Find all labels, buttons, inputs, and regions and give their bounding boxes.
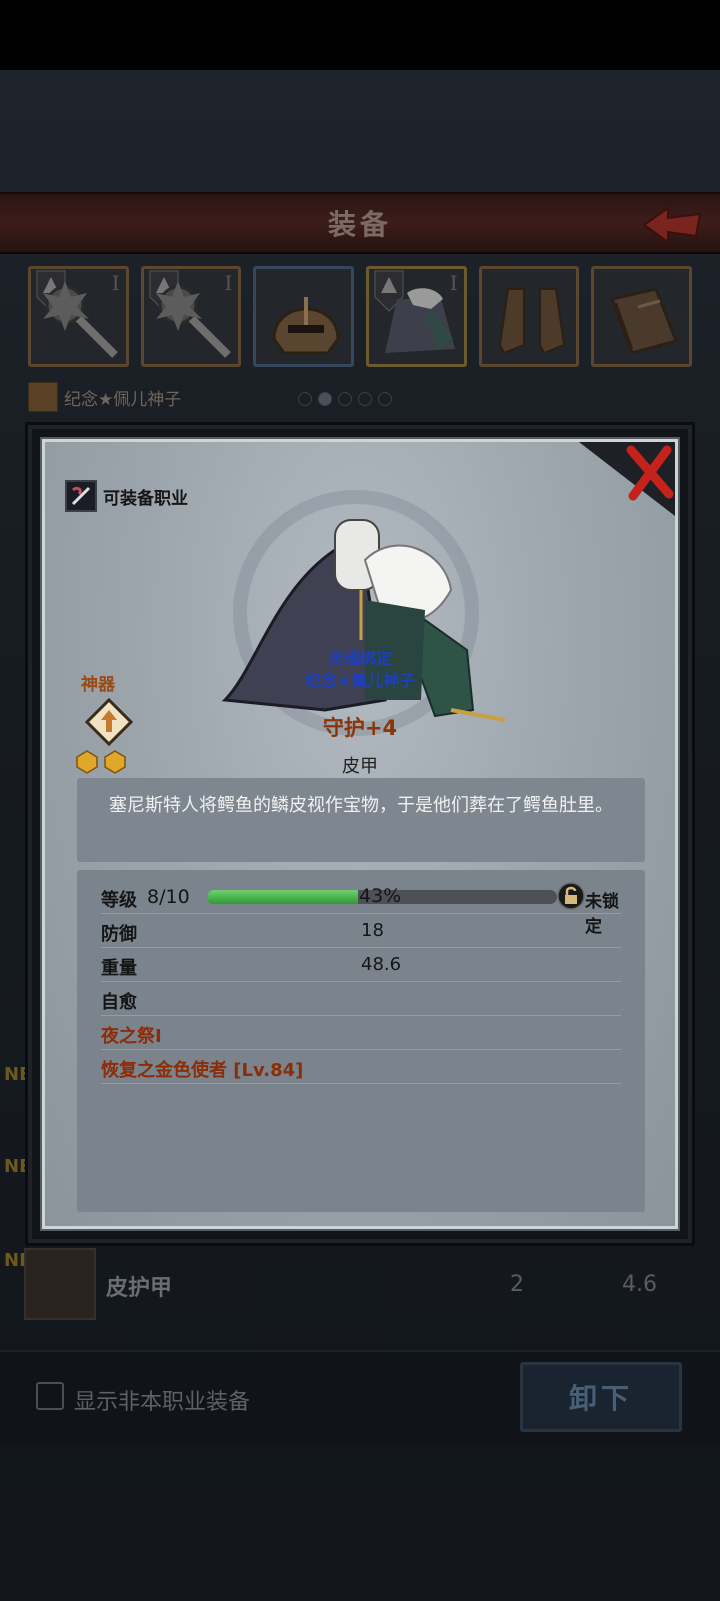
page-dot-active[interactable] — [318, 392, 332, 406]
artifact-label: 神器 — [81, 675, 115, 695]
unequip-button[interactable]: 卸下 — [520, 1362, 682, 1432]
soulbind-owner: 纪念★佩儿神子 — [304, 671, 416, 690]
skill-name: 恢复之金色使者 [Lv.84] — [101, 1060, 304, 1081]
level-label: 等级 — [101, 890, 137, 911]
cloak-armor-icon — [385, 288, 456, 353]
item-description: 塞尼斯特人将鳄鱼的鳞皮视作宝物，于是他们葬在了鳄鱼肚里。 — [77, 778, 645, 862]
skill-row[interactable]: 恢复之金色使者 [Lv.84] — [101, 1050, 621, 1084]
class-icon[interactable] — [65, 480, 97, 512]
gem-icon[interactable] — [103, 750, 127, 774]
list-item[interactable]: 皮护甲 2 4.6 — [24, 1248, 704, 1340]
item-name: 守护+4 — [322, 716, 398, 740]
page-dot[interactable] — [338, 392, 352, 406]
list-item-name: 皮护甲 — [106, 1276, 173, 1301]
show-other-class-label: 显示非本职业装备 — [74, 1390, 251, 1415]
page-dot[interactable] — [358, 392, 372, 406]
stat-value: 48.6 — [361, 954, 402, 975]
set-emblem-icon — [28, 382, 58, 412]
helmet-icon — [272, 297, 340, 355]
equipment-header: 装备 — [0, 192, 720, 254]
stat-value: 18 — [361, 920, 384, 941]
level-row: 等级 8/10 43% 未锁定 — [101, 880, 621, 937]
bottom-bar: 显示非本职业装备 卸下 — [0, 1350, 720, 1445]
set-indicator: 纪念★佩儿神子 — [28, 382, 181, 412]
skill-row[interactable]: 夜之祭I — [101, 1016, 621, 1050]
soulbind-status: 灵魂绑定 — [327, 649, 392, 668]
boots-slot[interactable] — [478, 266, 580, 367]
book-slot[interactable] — [591, 266, 693, 367]
soulbind-info: 灵魂绑定 纪念★佩儿神子 — [245, 648, 475, 692]
book-icon — [610, 287, 679, 355]
gem-icon[interactable] — [75, 750, 99, 774]
set-name: 纪念★佩儿神子 — [64, 389, 182, 410]
stat-label: 防御 — [101, 924, 137, 945]
stat-row-defense: 防御 18 — [101, 914, 621, 948]
page-dot[interactable] — [378, 392, 392, 406]
mace-icon — [155, 281, 231, 358]
item-detail-modal: 可装备职业 神器 灵魂绑定 纪念★佩儿神子 守护+4 皮甲 塞尼斯特人将鳄鱼的鳞… — [28, 425, 692, 1243]
back-arrow-icon[interactable] — [640, 204, 704, 246]
artifact-icon[interactable] — [85, 698, 133, 746]
item-stats: 等级 8/10 43% 未锁定 防御 18 重量 48.6 自愈 夜之祭I 恢复… — [77, 870, 645, 1212]
level-progress-fill — [207, 890, 358, 904]
armor-slot[interactable]: I — [366, 266, 467, 367]
skill-name: 夜之祭I — [101, 1026, 162, 1047]
list-item-defense: 2 — [510, 1272, 524, 1297]
list-item-weight: 4.6 — [622, 1272, 657, 1297]
stat-label: 自愈 — [101, 992, 137, 1013]
weapon-slot-2[interactable]: I — [140, 266, 242, 367]
page-dots — [298, 392, 392, 406]
boots-icon — [498, 288, 565, 355]
stat-label: 重量 — [101, 958, 137, 979]
equipment-slots: I I I — [28, 266, 693, 370]
leather-armor-thumbnail — [24, 1248, 96, 1320]
stat-row-weight: 重量 48.6 — [101, 948, 621, 982]
page-dot[interactable] — [298, 392, 312, 406]
mace-icon — [43, 281, 118, 358]
close-icon[interactable] — [579, 442, 675, 516]
level-progress-text: 43% — [359, 885, 402, 907]
level-value: 8/10 — [147, 886, 190, 908]
status-bar — [0, 0, 720, 70]
lock-icon[interactable] — [557, 882, 585, 910]
show-other-class-checkbox[interactable] — [36, 1382, 64, 1410]
equippable-class: 可装备职业 — [65, 480, 188, 512]
stat-row-self-heal: 自愈 — [101, 982, 621, 1016]
helmet-slot[interactable] — [253, 266, 355, 367]
equippable-class-label: 可装备职业 — [103, 488, 188, 509]
page-title: 装备 — [327, 208, 392, 241]
weapon-slot-1[interactable]: I — [28, 266, 129, 367]
item-type: 皮甲 — [342, 756, 378, 777]
item-detail-panel: 可装备职业 神器 灵魂绑定 纪念★佩儿神子 守护+4 皮甲 塞尼斯特人将鳄鱼的鳞… — [40, 437, 680, 1231]
gem-slots — [75, 750, 127, 774]
